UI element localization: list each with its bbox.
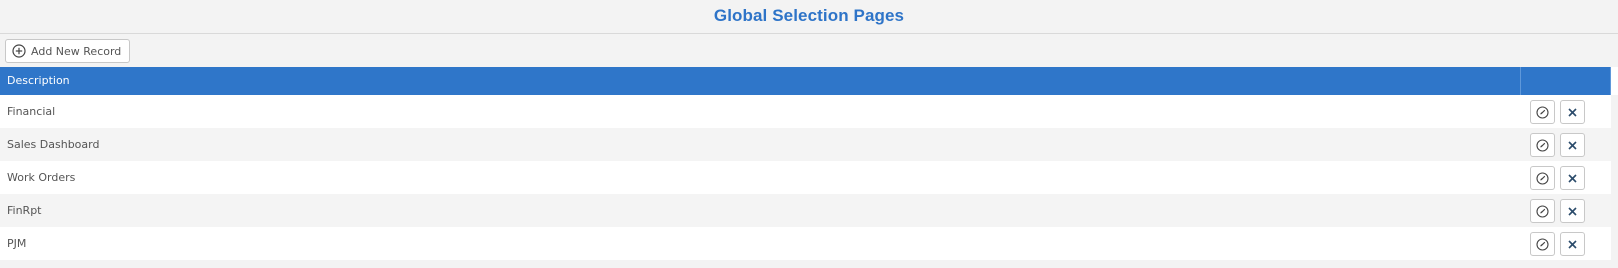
row-description: FinRpt — [7, 204, 42, 217]
table-row[interactable]: Work Orders — [0, 161, 1611, 194]
edit-button[interactable] — [1530, 199, 1555, 223]
delete-button[interactable] — [1560, 232, 1585, 256]
edit-compass-icon — [1536, 138, 1549, 152]
delete-button[interactable] — [1560, 100, 1585, 124]
edit-button[interactable] — [1530, 232, 1555, 256]
header-scroll-edge — [1611, 67, 1618, 95]
table-header: Description — [0, 67, 1618, 95]
delete-button[interactable] — [1560, 133, 1585, 157]
add-new-record-label: Add New Record — [31, 44, 122, 58]
row-description: Work Orders — [7, 171, 76, 184]
delete-button[interactable] — [1560, 166, 1585, 190]
title-bar: Global Selection Pages — [0, 0, 1618, 34]
close-icon — [1567, 206, 1578, 217]
row-description: PJM — [7, 237, 27, 250]
table-row[interactable]: Financial — [0, 95, 1611, 128]
close-icon — [1567, 140, 1578, 151]
page-title: Global Selection Pages — [713, 6, 905, 25]
row-description: Financial — [7, 105, 56, 118]
table-row[interactable]: PJM — [0, 227, 1611, 260]
edit-button[interactable] — [1530, 100, 1555, 124]
edit-compass-icon — [1536, 204, 1549, 218]
column-header-description[interactable]: Description — [7, 67, 70, 95]
column-header-actions — [1520, 67, 1611, 95]
edit-compass-icon — [1536, 237, 1549, 251]
close-icon — [1567, 239, 1578, 250]
row-description: Sales Dashboard — [7, 138, 100, 151]
close-icon — [1567, 173, 1578, 184]
records-table: Description Financial Sales Dashboard Wo… — [0, 67, 1618, 260]
edit-compass-icon — [1536, 171, 1549, 185]
scrollbar-gutter — [1611, 95, 1618, 268]
close-icon — [1567, 107, 1578, 118]
table-row[interactable]: FinRpt — [0, 194, 1611, 227]
table-row[interactable]: Sales Dashboard — [0, 128, 1611, 161]
add-new-record-button[interactable]: Add New Record — [5, 39, 131, 63]
toolbar: Add New Record — [0, 34, 1618, 67]
edit-button[interactable] — [1530, 166, 1555, 190]
delete-button[interactable] — [1560, 199, 1585, 223]
plus-circle-icon — [12, 44, 26, 58]
edit-compass-icon — [1536, 105, 1549, 119]
edit-button[interactable] — [1530, 133, 1555, 157]
